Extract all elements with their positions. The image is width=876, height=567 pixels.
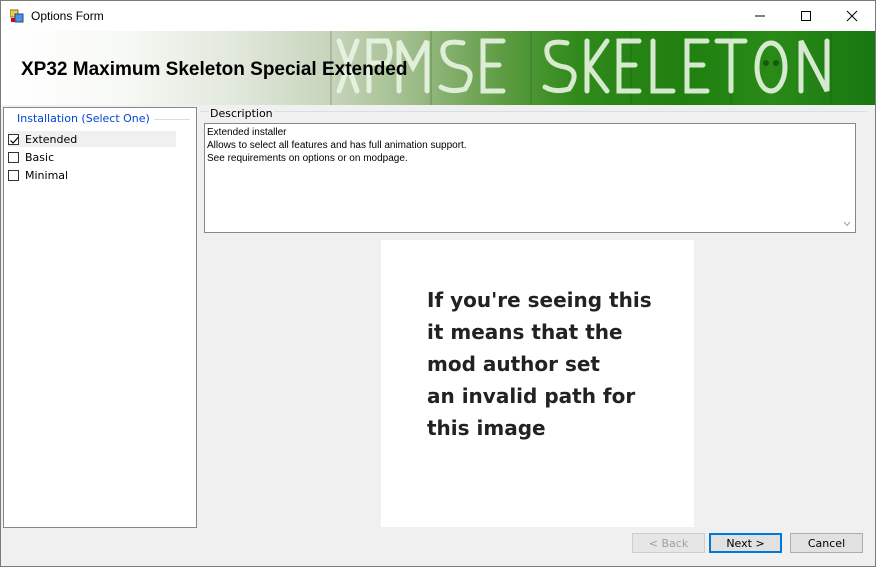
description-textbox[interactable]: Extended installer Allows to select all … [204, 123, 856, 233]
installation-legend: Installation (Select One) [16, 112, 151, 125]
options-form-window: Options Form XP32 Maximum Skeleton Speci… [0, 0, 876, 567]
option-label: Extended [25, 132, 78, 146]
close-icon [846, 10, 858, 22]
app-icon [10, 9, 24, 23]
image-message-line: If you're seeing this [427, 288, 652, 312]
invalid-image-message: If you're seeing this it means that the … [427, 284, 652, 444]
image-message-line: an invalid path for [427, 384, 636, 408]
minimize-button[interactable] [737, 1, 783, 31]
maximize-button[interactable] [783, 1, 829, 31]
description-label: Description [209, 107, 274, 120]
back-button[interactable]: < Back [632, 533, 705, 553]
close-button[interactable] [829, 1, 875, 31]
checkmark-icon [10, 136, 19, 144]
description-text: Extended installer Allows to select all … [207, 126, 827, 165]
window-title: Options Form [31, 9, 104, 23]
description-line: See requirements on options or on modpag… [207, 153, 408, 164]
scroll-down-icon[interactable] [841, 218, 853, 230]
option-label: Minimal [25, 168, 69, 182]
extended-checkbox[interactable] [8, 133, 19, 145]
description-line: Extended installer [207, 127, 287, 138]
description-group-line [200, 111, 867, 112]
minimal-checkbox[interactable] [8, 169, 19, 181]
header-banner: XP32 Maximum Skeleton Special Extended [1, 31, 875, 105]
image-message-line: this image [427, 416, 546, 440]
title-bar[interactable]: Options Form [1, 1, 875, 31]
maximize-icon [801, 11, 811, 21]
group-divider [154, 119, 190, 120]
minimize-icon [755, 15, 765, 17]
option-label: Basic [25, 150, 55, 164]
cancel-button[interactable]: Cancel [790, 533, 863, 553]
installation-group: Installation (Select One) Extended Basic… [3, 107, 197, 528]
image-message-line: mod author set [427, 352, 600, 376]
option-basic[interactable]: Basic [8, 149, 176, 165]
image-message-line: it means that the [427, 320, 623, 344]
basic-checkbox[interactable] [8, 151, 19, 163]
option-extended[interactable]: Extended [8, 131, 176, 147]
option-image: If you're seeing this it means that the … [381, 240, 694, 527]
next-button[interactable]: Next > [709, 533, 782, 553]
banner-title: XP32 Maximum Skeleton Special Extended [21, 59, 408, 80]
description-line: Allows to select all features and has fu… [207, 140, 467, 151]
option-minimal[interactable]: Minimal [8, 167, 176, 183]
